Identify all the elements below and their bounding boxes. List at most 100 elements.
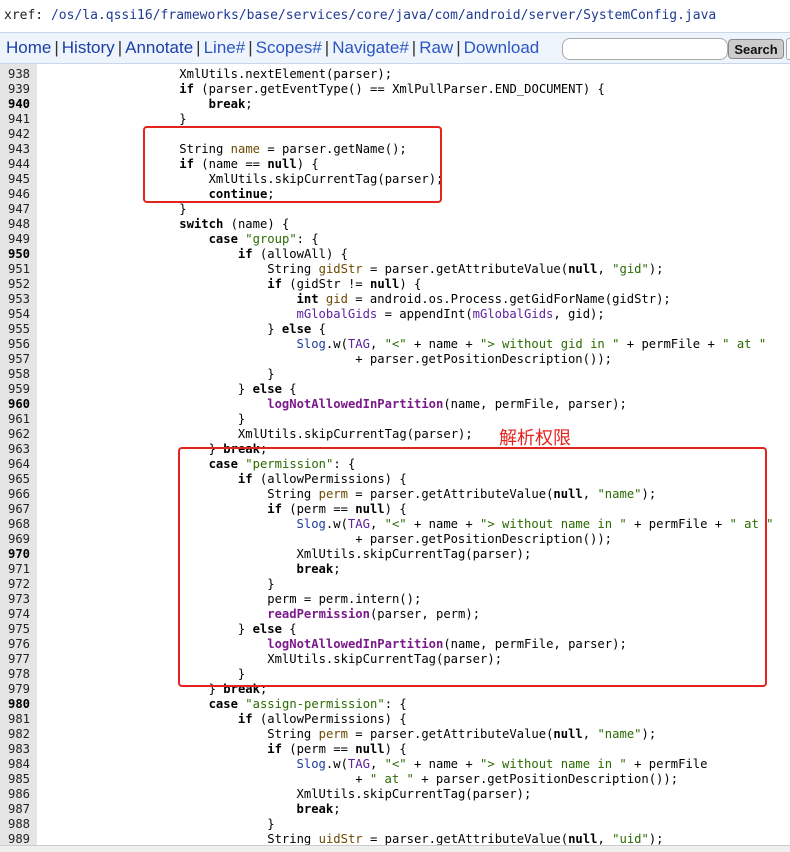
line-number-link[interactable]: 964 [8, 457, 34, 472]
code-token: , [582, 727, 598, 741]
line-number-link[interactable]: 979 [8, 682, 34, 697]
line-number-link[interactable]: 953 [8, 292, 34, 307]
code-text: break; [209, 97, 253, 112]
code-token: + permFile [626, 757, 708, 771]
line-number-link[interactable]: 942 [8, 127, 34, 142]
nav-navigate-link[interactable]: Navigate# [332, 33, 409, 63]
code-text: Slog.w(TAG, "<" + name + "> without name… [297, 757, 708, 772]
code-token[interactable]: gidStr [319, 262, 363, 276]
code-text: } else { [267, 322, 326, 337]
line-number-link[interactable]: 973 [8, 592, 34, 607]
line-number-link[interactable]: 971 [8, 562, 34, 577]
code-token[interactable]: perm [319, 727, 348, 741]
nav-separator: | [196, 38, 201, 57]
highlight-box-name-check [143, 126, 442, 203]
xref-path[interactable]: /os/la.qssi16/frameworks/base/services/c… [51, 8, 716, 23]
code-token[interactable]: uidStr [319, 832, 363, 846]
code-text: int gid = android.os.Process.getGidForNa… [297, 292, 671, 307]
line-number-link[interactable]: 980 [8, 697, 34, 712]
code-token: if [179, 82, 194, 96]
code-token[interactable]: Slog [297, 757, 326, 771]
line-number-link[interactable]: 940 [8, 97, 34, 112]
line-number-link[interactable]: 982 [8, 727, 34, 742]
line-number-link[interactable]: 959 [8, 382, 34, 397]
search-input[interactable] [562, 38, 728, 60]
line-number-link[interactable]: 986 [8, 787, 34, 802]
code-line: 950 if (allowAll) { [0, 247, 790, 262]
code-line: 951 String gidStr = parser.getAttributeVa… [0, 262, 790, 277]
line-number-link[interactable]: 978 [8, 667, 34, 682]
line-number-link[interactable]: 969 [8, 532, 34, 547]
code-line: 982 String perm = parser.getAttributeValu… [0, 727, 790, 742]
code-token[interactable]: gid [326, 292, 348, 306]
code-token: { [311, 322, 326, 336]
nav-annotate-link[interactable]: Annotate [125, 33, 193, 63]
line-number-link[interactable]: 960 [8, 397, 34, 412]
code-token[interactable]: mGlobalGids [297, 307, 378, 321]
line-number-link[interactable]: 976 [8, 637, 34, 652]
search-button[interactable]: Search [728, 39, 784, 59]
code-token: "> without name in " [480, 757, 627, 771]
line-number-link[interactable]: 950 [8, 247, 34, 262]
line-number-link[interactable]: 965 [8, 472, 34, 487]
code-text: if (allowPermissions) { [238, 712, 407, 727]
line-number-link[interactable]: 981 [8, 712, 34, 727]
line-number-link[interactable]: 945 [8, 172, 34, 187]
line-number-link[interactable]: 947 [8, 202, 34, 217]
line-number-link[interactable]: 987 [8, 802, 34, 817]
line-number-link[interactable]: 946 [8, 187, 34, 202]
code-token: , [369, 757, 385, 771]
line-number-link[interactable]: 951 [8, 262, 34, 277]
line-number-link[interactable]: 974 [8, 607, 34, 622]
code-token[interactable]: TAG [348, 337, 370, 351]
code-token: } [179, 112, 187, 126]
line-number-link[interactable]: 977 [8, 652, 34, 667]
line-number-link[interactable]: 956 [8, 337, 34, 352]
line-number-link[interactable]: 943 [8, 142, 34, 157]
line-number-link[interactable]: 949 [8, 232, 34, 247]
line-number-link[interactable]: 985 [8, 772, 34, 787]
code-token: int [296, 292, 319, 306]
nav-edge-control[interactable] [786, 38, 790, 60]
code-token[interactable]: Slog [297, 337, 326, 351]
line-number-link[interactable]: 939 [8, 82, 34, 97]
code-token[interactable]: logNotAllowedInPartition [267, 397, 443, 411]
nav-scopes-link[interactable]: Scopes# [256, 33, 322, 63]
nav-line-link[interactable]: Line# [204, 33, 246, 63]
line-number-link[interactable]: 983 [8, 742, 34, 757]
code-token[interactable]: mGlobalGids [473, 307, 554, 321]
line-number-link[interactable]: 975 [8, 622, 34, 637]
code-token[interactable]: TAG [348, 757, 370, 771]
line-number-link[interactable]: 970 [8, 547, 34, 562]
line-number-link[interactable]: 955 [8, 322, 34, 337]
line-number-link[interactable]: 958 [8, 367, 34, 382]
line-number-link[interactable]: 961 [8, 412, 34, 427]
line-number-link[interactable]: 966 [8, 487, 34, 502]
xref-breadcrumb: xref: /os/la.qssi16/frameworks/base/serv… [0, 0, 790, 32]
line-number-link[interactable]: 948 [8, 217, 34, 232]
line-number-link[interactable]: 968 [8, 517, 34, 532]
code-text: XmlUtils.skipCurrentTag(parser); [238, 427, 473, 442]
code-text: Slog.w(TAG, "<" + name + "> without gid … [297, 337, 767, 352]
code-text: String gidStr = parser.getAttributeValue… [267, 262, 663, 277]
nav-history-link[interactable]: History [62, 33, 115, 63]
line-number-link[interactable]: 952 [8, 277, 34, 292]
nav-home-link[interactable]: Home [6, 33, 51, 63]
code-text: } [179, 112, 186, 127]
line-number-link[interactable]: 988 [8, 817, 34, 832]
nav-download-link[interactable]: Download [464, 33, 540, 63]
code-token: , [369, 337, 385, 351]
line-number-link[interactable]: 957 [8, 352, 34, 367]
line-number-link[interactable]: 967 [8, 502, 34, 517]
line-number-link[interactable]: 962 [8, 427, 34, 442]
code-line: 947} [0, 202, 790, 217]
nav-raw-link[interactable]: Raw [419, 33, 453, 63]
line-number-link[interactable]: 954 [8, 307, 34, 322]
code-line: 953 int gid = android.os.Process.getGidFo… [0, 292, 790, 307]
line-number-link[interactable]: 941 [8, 112, 34, 127]
line-number-link[interactable]: 963 [8, 442, 34, 457]
line-number-link[interactable]: 938 [8, 67, 34, 82]
line-number-link[interactable]: 972 [8, 577, 34, 592]
line-number-link[interactable]: 984 [8, 757, 34, 772]
line-number-link[interactable]: 944 [8, 157, 34, 172]
